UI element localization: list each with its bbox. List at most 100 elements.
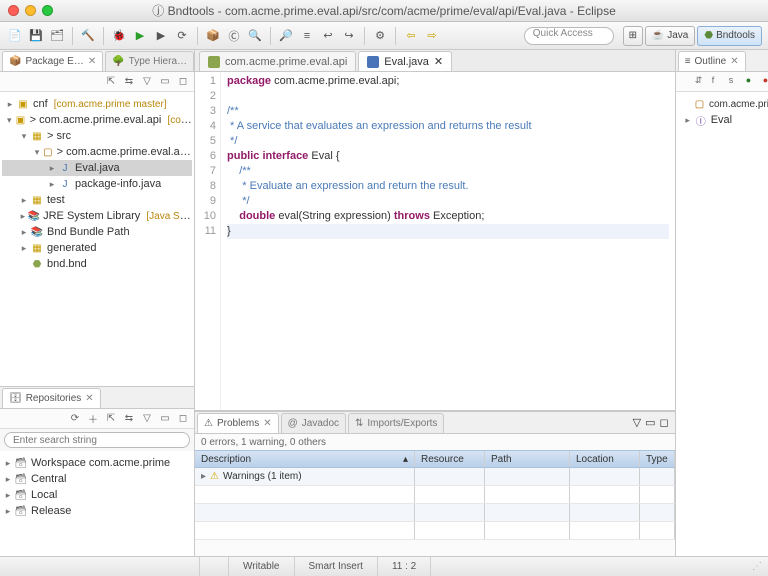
outline-package[interactable]: ▢com.acme.prime.eval.api (678, 96, 768, 112)
view-tab-imports-exports[interactable]: ⇅ Imports/Exports (348, 413, 444, 433)
close-icon[interactable]: ✕ (730, 56, 738, 67)
save-button[interactable]: 💾 (27, 27, 45, 45)
repo-search-input[interactable] (4, 432, 190, 448)
toggle-breadcrumb-button[interactable]: ≡ (298, 27, 316, 45)
tree-node-bnd-path[interactable]: ▸📚Bnd Bundle Path (2, 224, 192, 240)
minimize-view-icon[interactable]: ▭ (158, 75, 172, 89)
tree-node-bnd-bnd[interactable]: ⬣bnd.bnd (2, 256, 192, 272)
refresh-icon[interactable]: ⟳ (68, 412, 82, 426)
open-perspective-button[interactable]: ⊞ (623, 26, 643, 46)
new-button[interactable]: 📄 (6, 27, 24, 45)
annotation-next-button[interactable]: ↪ (340, 27, 358, 45)
quick-access-input[interactable]: Quick Access (524, 27, 614, 45)
hide-static-icon[interactable]: s (729, 75, 743, 89)
collapse-all-icon[interactable]: ⇱ (104, 75, 118, 89)
close-icon[interactable]: ✕ (263, 418, 271, 429)
resolve-button[interactable]: ⚙ (371, 27, 389, 45)
minimize-view-icon[interactable]: ▭ (645, 416, 655, 429)
sort-icon[interactable]: ⇵ (695, 75, 709, 89)
annotation-prev-button[interactable]: ↩ (319, 27, 337, 45)
repo-local[interactable]: ▸🗃Local (2, 487, 192, 503)
col-type[interactable]: Type (640, 451, 675, 467)
repo-release[interactable]: ▸🗃Release (2, 503, 192, 519)
problems-group-warnings[interactable]: ▸⚠Warnings (1 item) (195, 468, 675, 486)
hide-fields-icon[interactable]: f (712, 75, 726, 89)
editor-tab-bnd[interactable]: com.acme.prime.eval.api (199, 51, 356, 71)
run-button[interactable]: ▶ (131, 27, 149, 45)
view-tab-javadoc[interactable]: @ Javadoc (281, 413, 346, 433)
back-button[interactable]: ⇦ (402, 27, 420, 45)
view-menu-icon[interactable]: ▽ (140, 75, 154, 89)
tree-node-cnf[interactable]: ▸▣cnf [com.acme.prime master] (2, 96, 192, 112)
new-package-button[interactable]: 📦 (204, 27, 222, 45)
package-explorer-tree[interactable]: ▸▣cnf [com.acme.prime master] ▾▣> com.ac… (0, 92, 194, 386)
close-icon[interactable]: ✕ (85, 393, 93, 404)
tree-node-project[interactable]: ▾▣> com.acme.prime.eval.api [com.acme (2, 112, 192, 128)
resize-grip-icon[interactable]: ⋰ (752, 561, 768, 572)
minimize-view-icon[interactable]: ▭ (158, 412, 172, 426)
close-icon[interactable]: ✕ (88, 56, 96, 67)
open-type-button[interactable]: 🔍 (246, 27, 264, 45)
problems-table[interactable]: Description▴ Resource Path Location Type… (195, 450, 675, 556)
editor-content[interactable]: package com.acme.prime.eval.api; /** * A… (221, 72, 675, 410)
maximize-view-icon[interactable]: ◻ (176, 75, 190, 89)
repo-workspace[interactable]: ▸🗃Workspace com.acme.prime (2, 455, 192, 471)
window-title: Bndtools - com.acme.prime.eval.api/src/c… (168, 4, 616, 18)
status-insert-mode: Smart Insert (295, 557, 378, 576)
new-class-button[interactable]: Ⓒ (225, 27, 243, 45)
editor-tabbar: com.acme.prime.eval.api Eval.java ✕ (195, 50, 675, 72)
hide-nonpublic-icon[interactable]: ● (746, 75, 760, 89)
java-file-icon (367, 56, 379, 68)
tree-node-generated[interactable]: ▸▦generated (2, 240, 192, 256)
view-tab-package-explorer[interactable]: 📦 Package E… ✕ (2, 51, 103, 71)
col-resource[interactable]: Resource (415, 451, 485, 467)
close-icon[interactable] (8, 5, 19, 16)
window-titlebar: ⓙ Bndtools - com.acme.prime.eval.api/src… (0, 0, 768, 22)
view-menu-icon[interactable]: ▽ (633, 416, 641, 429)
debug-button[interactable]: 🐞 (110, 27, 128, 45)
tree-node-package-info[interactable]: ▸Jpackage-info.java (2, 176, 192, 192)
view-menu-icon[interactable]: ▽ (140, 412, 154, 426)
view-tab-problems[interactable]: ⚠ Problems ✕ (197, 413, 279, 433)
maximize-view-icon[interactable]: ◻ (660, 416, 669, 429)
tree-node-eval-java[interactable]: ▸JEval.java (2, 160, 192, 176)
view-tab-repositories[interactable]: 🗄 Repositories ✕ (2, 388, 101, 408)
search-button[interactable]: 🔎 (277, 27, 295, 45)
run-last-button[interactable]: ⟳ (173, 27, 191, 45)
link-editor-icon[interactable]: ⇆ (122, 75, 136, 89)
save-all-button[interactable]: 🗂 (48, 27, 66, 45)
link-editor-icon[interactable]: ⇆ (122, 412, 136, 426)
outline-type-eval[interactable]: ▸ⒾEval (678, 112, 768, 128)
coverage-button[interactable]: ▶ (152, 27, 170, 45)
build-button[interactable]: 🔨 (79, 27, 97, 45)
col-description[interactable]: Description▴ (195, 451, 415, 467)
minimize-icon[interactable] (25, 5, 36, 16)
col-location[interactable]: Location (570, 451, 640, 467)
repositories-tree[interactable]: ▸🗃Workspace com.acme.prime ▸🗃Central ▸🗃L… (0, 451, 194, 556)
tree-node-src[interactable]: ▾▦> src (2, 128, 192, 144)
perspective-java[interactable]: ☕Java (645, 26, 696, 46)
collapse-all-icon[interactable]: ⇱ (104, 412, 118, 426)
code-editor[interactable]: 123 456 789 1011 package com.acme.prime.… (195, 72, 675, 411)
add-repo-icon[interactable]: ＋ (86, 412, 100, 426)
status-bar: Writable Smart Insert 11 : 2 ⋰ (0, 556, 768, 576)
editor-tab-eval[interactable]: Eval.java ✕ (358, 51, 452, 71)
repo-central[interactable]: ▸🗃Central (2, 471, 192, 487)
hide-local-icon[interactable]: ● (763, 75, 768, 89)
close-icon[interactable]: ✕ (434, 55, 443, 68)
bnd-icon (208, 56, 220, 68)
forward-button[interactable]: ⇨ (423, 27, 441, 45)
view-tab-type-hierarchy[interactable]: 🌳 Type Hiera… (105, 51, 194, 71)
tree-node-test[interactable]: ▸▦test (2, 192, 192, 208)
tree-node-jre[interactable]: ▸📚JRE System Library [Java SE 8 [1.8.0]] (2, 208, 192, 224)
outline-tree[interactable]: ▢com.acme.prime.eval.api ▸ⒾEval (676, 92, 768, 556)
col-path[interactable]: Path (485, 451, 570, 467)
perspective-bndtools[interactable]: ⬣Bndtools (697, 26, 762, 46)
main-toolbar: 📄 💾 🗂 🔨 🐞 ▶ ▶ ⟳ 📦 Ⓒ 🔍 🔎 ≡ ↩ ↪ ⚙ ⇦ ⇨ Quic… (0, 22, 768, 50)
editor-gutter: 123 456 789 1011 (195, 72, 221, 410)
view-tab-outline[interactable]: ≡ Outline ✕ (678, 51, 746, 71)
status-writable: Writable (229, 557, 295, 576)
tree-node-package[interactable]: ▾▢> com.acme.prime.eval.api [1.0.0 (2, 144, 192, 160)
zoom-icon[interactable] (42, 5, 53, 16)
maximize-view-icon[interactable]: ◻ (176, 412, 190, 426)
